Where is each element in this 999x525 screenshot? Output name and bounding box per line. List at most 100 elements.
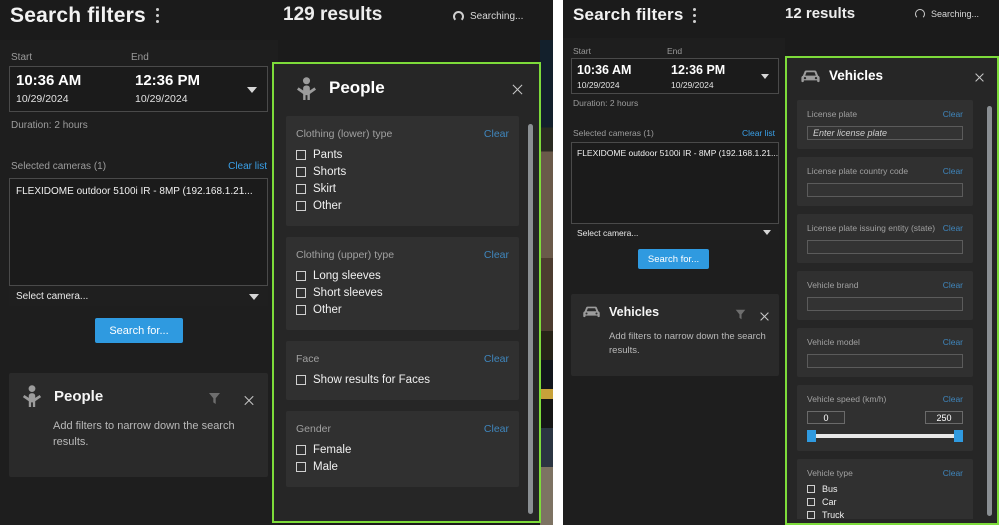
clear-list-link[interactable]: Clear list	[742, 128, 775, 138]
checkbox-row[interactable]: Bus	[797, 482, 973, 495]
filter-group-label: Face	[296, 353, 320, 365]
more-vertical-icon[interactable]	[687, 8, 701, 28]
clear-link[interactable]: Clear	[484, 128, 509, 140]
checkbox-icon[interactable]	[296, 270, 306, 281]
filter-group-header: Clothing (lower) type Clear	[286, 128, 519, 146]
checkbox-label: Male	[313, 460, 338, 473]
checkbox-row[interactable]: Female	[286, 441, 519, 458]
checkbox-row[interactable]: Other	[286, 197, 519, 214]
checkbox-icon[interactable]	[296, 166, 306, 177]
filter-group-header: Face Clear	[286, 353, 519, 371]
search-for-button[interactable]: Search for...	[638, 249, 709, 269]
time-range-picker[interactable]: 10:36 AM 10/29/2024 12:36 PM 10/29/2024	[9, 66, 268, 112]
clear-link[interactable]: Clear	[943, 109, 963, 119]
chevron-down-icon[interactable]	[761, 74, 769, 79]
start-time-value: 10:36 AM	[16, 72, 82, 89]
flyout-header: People	[274, 64, 539, 114]
select-camera-label: Select camera...	[16, 291, 89, 302]
checkbox-icon[interactable]	[296, 304, 306, 315]
text-input[interactable]	[807, 183, 963, 197]
range-max-input[interactable]: 250	[925, 411, 963, 424]
checkbox-label: Long sleeves	[313, 269, 381, 282]
checkbox-icon[interactable]	[296, 374, 306, 385]
checkbox-row[interactable]: Other	[286, 301, 519, 318]
slider-track	[813, 434, 957, 438]
search-for-button[interactable]: Search for...	[95, 318, 183, 343]
checkbox-row[interactable]: Car	[797, 495, 973, 508]
checkbox-row[interactable]: Shorts	[286, 163, 519, 180]
chevron-down-icon[interactable]	[249, 294, 259, 300]
text-input[interactable]	[807, 240, 963, 254]
checkbox-icon[interactable]	[807, 484, 815, 493]
text-input[interactable]	[807, 354, 963, 368]
vehicles-summary-card[interactable]: Vehicles Add filters to narrow down the …	[571, 294, 779, 376]
close-icon[interactable]	[243, 394, 255, 406]
clear-link[interactable]: Clear	[484, 353, 509, 365]
clear-link[interactable]: Clear	[484, 249, 509, 261]
vehicles-filter-flyout: Vehicles License plate Clear Enter license…	[785, 56, 999, 525]
loading-spinner-icon	[915, 9, 925, 19]
checkbox-row[interactable]: Short sleeves	[286, 284, 519, 301]
left-filter-form: Start End 10:36 AM 10/29/2024 12:36 PM 1…	[0, 40, 278, 525]
select-camera-dropdown[interactable]: Select camera...	[571, 223, 779, 240]
funnel-icon[interactable]	[734, 308, 747, 321]
filter-group-label: License plate issuing entity (state)	[807, 223, 936, 233]
clear-list-link[interactable]: Clear list	[228, 161, 267, 172]
filter-group: Face Clear Show results for Faces	[286, 341, 519, 400]
checkbox-icon[interactable]	[807, 510, 815, 519]
clear-link[interactable]: Clear	[943, 337, 963, 347]
range-slider[interactable]	[807, 430, 963, 442]
chevron-down-icon[interactable]	[247, 87, 257, 93]
checkbox-icon[interactable]	[807, 497, 815, 506]
people-summary-card[interactable]: People Add filters to narrow down the se…	[9, 373, 268, 477]
close-icon[interactable]	[974, 71, 985, 82]
checkbox-icon[interactable]	[296, 461, 306, 472]
text-input[interactable]	[807, 297, 963, 311]
checkbox-row[interactable]: Male	[286, 458, 519, 475]
checkbox-icon[interactable]	[296, 183, 306, 194]
start-label: Start	[11, 52, 33, 63]
filter-group-header: License plate Clear	[797, 109, 973, 123]
checkbox-row[interactable]: Truck	[797, 508, 973, 519]
more-vertical-icon[interactable]	[150, 8, 164, 28]
checkbox-icon[interactable]	[296, 444, 306, 455]
clear-link[interactable]: Clear	[943, 394, 963, 404]
range-min-input[interactable]: 0	[807, 411, 845, 424]
slider-knob-max[interactable]	[954, 430, 963, 442]
checkbox-label: Pants	[313, 148, 343, 161]
list-item[interactable]: FLEXIDOME outdoor 5100i IR - 8MP (192.16…	[10, 179, 267, 197]
clear-link[interactable]: Clear	[943, 280, 963, 290]
selected-cameras-list[interactable]: FLEXIDOME outdoor 5100i IR - 8MP (192.16…	[9, 178, 268, 306]
select-camera-dropdown[interactable]: Select camera...	[9, 285, 268, 306]
checkbox-label: Shorts	[313, 165, 347, 178]
clear-link[interactable]: Clear	[943, 223, 963, 233]
checkbox-row[interactable]: Pants	[286, 146, 519, 163]
clear-link[interactable]: Clear	[484, 423, 509, 435]
checkbox-icon[interactable]	[296, 287, 306, 298]
close-icon[interactable]	[759, 310, 770, 321]
checkbox-label: Short sleeves	[313, 286, 383, 299]
slider-knob-min[interactable]	[807, 430, 816, 442]
select-camera-label: Select camera...	[577, 228, 639, 238]
list-item[interactable]: FLEXIDOME outdoor 5100i IR - 8MP (192.16…	[572, 143, 778, 158]
checkbox-icon[interactable]	[296, 200, 306, 211]
checkbox-icon[interactable]	[296, 149, 306, 160]
funnel-icon[interactable]	[207, 391, 222, 406]
checkbox-row[interactable]: Skirt	[286, 180, 519, 197]
time-range-picker[interactable]: 10:36 AM 10/29/2024 12:36 PM 10/29/2024	[571, 58, 779, 94]
clear-link[interactable]: Clear	[943, 166, 963, 176]
filter-group-header: Gender Clear	[286, 423, 519, 441]
filter-group-label: Vehicle brand	[807, 280, 859, 290]
clear-link[interactable]: Clear	[943, 468, 963, 478]
checkbox-row[interactable]: Long sleeves	[286, 267, 519, 284]
searching-status: Searching...	[915, 9, 979, 19]
chevron-down-icon[interactable]	[763, 230, 771, 235]
text-input[interactable]: Enter license plate	[807, 126, 963, 140]
selected-cameras-list[interactable]: FLEXIDOME outdoor 5100i IR - 8MP (192.16…	[571, 142, 779, 240]
checkbox-row[interactable]: Show results for Faces	[286, 371, 519, 388]
filter-group-header: Vehicle type Clear	[797, 468, 973, 482]
people-filter-flyout: People Clothing (lower) type Clear Pants Sh…	[272, 62, 541, 523]
flyout-scrollbar[interactable]	[987, 106, 992, 516]
close-icon[interactable]	[511, 82, 524, 95]
flyout-scrollbar[interactable]	[528, 124, 533, 514]
